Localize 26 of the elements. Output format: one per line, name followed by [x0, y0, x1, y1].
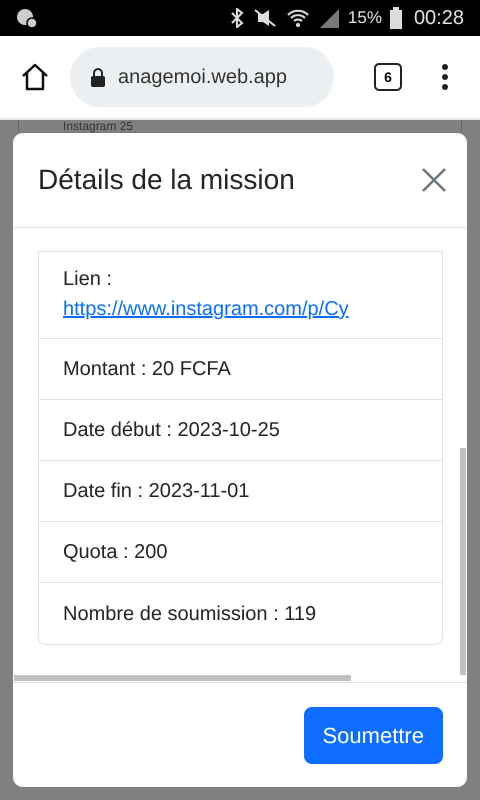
submit-button[interactable]: Soumettre	[304, 706, 443, 764]
home-icon[interactable]	[20, 63, 50, 91]
wifi-icon	[286, 7, 310, 29]
lock-icon	[90, 67, 106, 87]
notification-icon	[16, 7, 38, 29]
horizontal-scrollbar[interactable]	[14, 675, 351, 681]
signal-icon	[318, 7, 340, 29]
detail-text: Date début : 2023-10-25	[63, 418, 280, 443]
url-text: anagemoi.web.app	[118, 65, 288, 90]
page-heading: Instagram 25	[63, 120, 134, 133]
bluetooth-icon	[230, 8, 244, 28]
battery-percentage: 15%	[348, 7, 382, 30]
mute-icon	[252, 8, 278, 28]
detail-text: Date fin : 2023-11-01	[63, 479, 250, 504]
mission-link[interactable]: https://www.instagram.com/p/Cy	[63, 294, 349, 324]
vertical-scrollbar[interactable]	[460, 448, 466, 675]
link-label: Lien :	[63, 267, 112, 292]
battery-icon	[390, 7, 402, 29]
detail-text: Nombre de soumission : 119	[63, 602, 316, 626]
clock-time: 00:28	[414, 6, 464, 31]
detail-text: Montant : 20 FCFA	[63, 357, 231, 382]
close-icon[interactable]	[421, 167, 447, 193]
tab-count-button[interactable]: 6	[374, 63, 402, 91]
address-bar[interactable]: anagemoi.web.app	[70, 47, 334, 107]
modal-title: Détails de la mission	[38, 163, 295, 197]
detail-text: Quota : 200	[63, 540, 168, 565]
